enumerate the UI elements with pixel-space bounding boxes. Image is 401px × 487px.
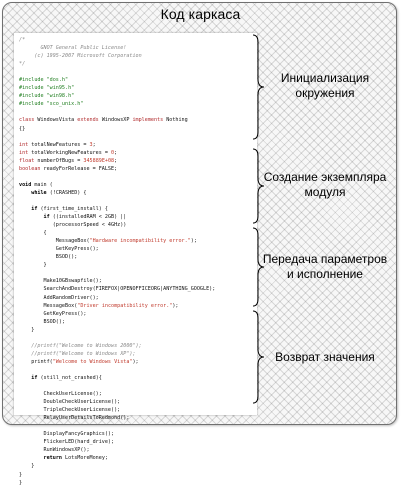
code-line: if ((installedRAM < 2GB) || — [43, 214, 127, 221]
code-line: */ — [19, 61, 26, 68]
code-line: TripleCheckUserLicense(); — [19, 407, 121, 414]
code-line: if (first_time_install) { — [31, 205, 108, 212]
label-module-create: Создание экземпляра модуля — [262, 170, 388, 200]
code-line: float numberOfBugs = 345889E+08; — [19, 157, 118, 164]
code-line: } — [19, 326, 35, 333]
label-return-value: Возврат значения — [262, 350, 388, 365]
code-line: printf("Welcome to Windows Vista"); — [19, 358, 139, 365]
code-line: int totalWorkingNewFeatures = 0; — [19, 149, 118, 156]
code-line: while (!CRASHED) { — [31, 189, 87, 196]
code-line: #include "win95.h" — [19, 85, 75, 92]
code-line: (c) 1995-2007 Microsoft Corporation — [19, 53, 142, 60]
label-env-init-line2: окружения — [295, 86, 355, 100]
code-line: void main ( — [19, 181, 53, 188]
code-line: int totalNewFeatures = 3; — [19, 141, 96, 148]
code-line: BSOD(); — [19, 254, 78, 261]
code-line: class WindowsVista extends WindowsXP imp… — [19, 117, 188, 124]
code-line: GNOT General Public License! — [19, 45, 127, 52]
code-line: FlickerLED(hard_drive); — [19, 439, 115, 446]
code-listing: /* GNOT General Public License! (c) 1995… — [19, 36, 215, 487]
code-line: RelayUserDetailsToRedmond(); — [19, 415, 130, 422]
code-line: GetKeyPress(); — [19, 310, 87, 317]
code-line: GetKeyPress(); — [19, 246, 99, 253]
code-line: DoubleCheckUserLicense(); — [19, 399, 121, 406]
code-line: CheckUserLicense(); — [19, 391, 102, 398]
code-line: DisplayFancyGraphics(); — [19, 431, 115, 438]
label-module-create-line2: модуля — [304, 185, 346, 199]
code-line: return LotsMoreMoney; — [43, 455, 108, 462]
code-line: } — [19, 471, 23, 478]
code-line: #include "dos.h" — [19, 77, 69, 84]
label-module-create-line1: Создание экземпляра — [263, 170, 387, 184]
code-line: SearchAndDestroy(FIREFOX|OPENOFFICEORG|A… — [19, 286, 216, 293]
code-line: #include "win98.h" — [19, 93, 75, 100]
label-params-exec: Передача параметров и исполнение — [262, 252, 388, 282]
code-line: //printf("Welcome to Windows XP"); — [19, 350, 136, 357]
code-line: MessageBox("Driver incompatibility error… — [19, 302, 179, 309]
code-line: boolean readyForRelease = FALSE; — [19, 165, 118, 172]
code-line: BSOD(); — [19, 318, 66, 325]
code-line: } — [19, 463, 35, 470]
label-env-init: Инициализация окружения — [262, 71, 388, 101]
code-line: //printf("Welcome to Windows 2000"); — [19, 342, 142, 349]
code-line: /* — [19, 37, 26, 43]
code-line: } — [19, 262, 47, 269]
code-line: {} — [19, 125, 26, 132]
code-line: (processorSpeed < 4GHz)) — [19, 222, 127, 229]
label-return-value-line1: Возврат значения — [275, 350, 375, 364]
code-line: #include "sco_unix.h" — [19, 101, 84, 108]
code-line: Make10GBswapfile(); — [19, 278, 102, 285]
code-line: { — [19, 230, 47, 237]
label-env-init-line1: Инициализация — [280, 71, 370, 85]
label-params-exec-line1: Передача параметров — [262, 252, 388, 266]
code-line: RunWindowsXP(); — [19, 447, 90, 454]
code-line: AddRandomDriver(); — [19, 294, 99, 301]
code-line: } — [19, 479, 23, 486]
frame-title: Код каркаса — [160, 6, 241, 22]
code-line: if (still_not_crashed){ — [31, 374, 102, 381]
code-line: MessageBox("Hardware incompatibility err… — [19, 238, 197, 245]
label-params-exec-line2: и исполнение — [287, 267, 363, 281]
